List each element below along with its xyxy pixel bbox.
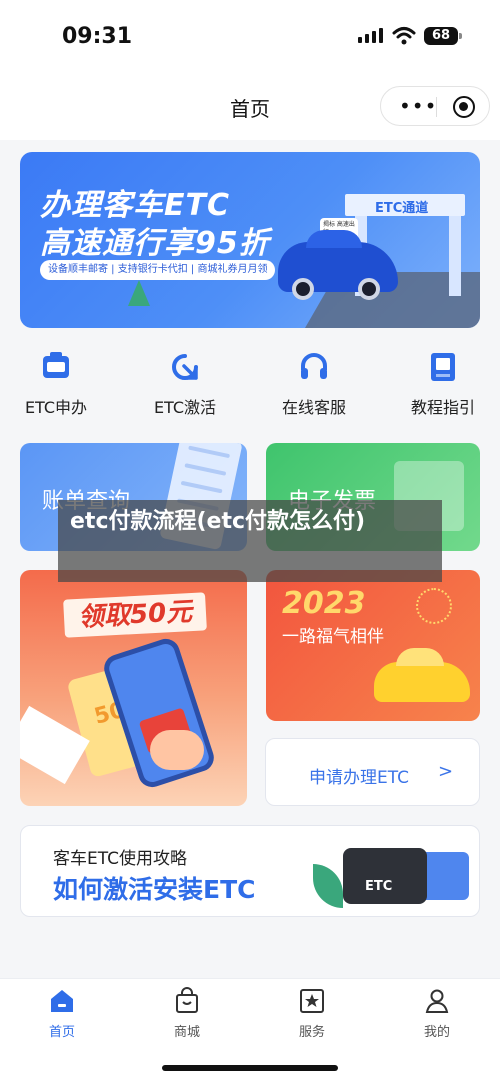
banner-tags: 设备顺丰邮寄 | 支持银行卡代扣 | 商城礼券月月领 <box>40 260 276 280</box>
home-icon <box>51 990 73 1012</box>
etc-card-illustration: ETC <box>343 848 427 904</box>
capsule-divider <box>436 97 437 117</box>
guide-title: 如何激活安装ETC <box>53 875 256 904</box>
close-target-icon[interactable] <box>453 96 475 118</box>
etc-card-label: ETC <box>365 879 393 894</box>
gantry-pole <box>449 216 461 296</box>
caption-overlay: etc付款流程(etc付款怎么付) <box>58 500 442 582</box>
chevron-right-icon: > <box>438 761 454 782</box>
status-time: 09:31 <box>62 24 133 49</box>
wheel-icon <box>358 278 380 300</box>
app-page: 09:31 68 首页 ••• 办理客车ETC 高速通行享95折 设备顺丰邮寄 … <box>0 0 500 1083</box>
tab-label: 商城 <box>173 1025 200 1040</box>
claim-50-promo-card[interactable]: 领取50元 50 <box>20 570 247 806</box>
menu-label: ETC激活 <box>153 398 217 417</box>
menu-item-tutorial[interactable]: 教程指引 <box>393 350 493 418</box>
tab-label: 首页 <box>48 1025 75 1040</box>
promo-title: 领取50元 <box>63 592 208 638</box>
status-bar: 09:31 68 <box>0 0 500 76</box>
cellular-signal-icon <box>358 28 383 43</box>
miniprogram-capsule: ••• <box>380 86 490 126</box>
tree-illustration <box>128 280 150 306</box>
more-icon[interactable]: ••• <box>399 96 437 116</box>
star-box-icon <box>300 989 324 1013</box>
home-indicator[interactable] <box>162 1065 338 1071</box>
banner-line2: 高速通行享95折 <box>40 226 270 261</box>
wifi-icon <box>392 27 416 45</box>
etc-device-icon <box>43 352 69 378</box>
tab-mall[interactable]: 商城 <box>137 987 237 1040</box>
headset-icon <box>301 353 327 379</box>
gantry-label: ETC通道 <box>375 201 429 216</box>
wheel-icon <box>292 278 314 300</box>
shopping-bag-icon <box>176 987 198 1013</box>
battery-icon: 68 <box>424 27 462 45</box>
year-label: 2023 <box>282 586 366 621</box>
tab-service[interactable]: 服务 <box>262 987 362 1040</box>
apply-etc-label: 申请办理ETC <box>309 768 409 788</box>
tab-home[interactable]: 首页 <box>12 987 112 1040</box>
tab-label: 我的 <box>423 1025 450 1040</box>
caption-text: etc付款流程(etc付款怎么付) <box>70 509 366 534</box>
nav-bar: 首页 ••• <box>0 76 500 140</box>
menu-item-customer-service[interactable]: 在线客服 <box>264 350 364 418</box>
hand-illustration <box>150 730 204 770</box>
yellow-car-illustration <box>374 648 470 702</box>
menu-label: 教程指引 <box>410 398 475 417</box>
new-year-card[interactable]: 2023 一路福气相伴 <box>266 570 480 721</box>
tab-label: 服务 <box>298 1025 325 1040</box>
etc-guide-card[interactable]: 客车ETC使用攻略 如何激活安装ETC ETC <box>20 825 480 917</box>
promo-banner[interactable]: 办理客车ETC 高速通行享95折 设备顺丰邮寄 | 支持银行卡代扣 | 商城礼券… <box>20 152 480 328</box>
apply-etc-card[interactable]: 申请办理ETC > <box>265 738 480 806</box>
menu-label: ETC申办 <box>24 398 88 417</box>
activate-arrow-icon <box>172 354 198 380</box>
firework-illustration <box>416 588 452 624</box>
tab-mine[interactable]: 我的 <box>387 987 487 1040</box>
leaf-illustration <box>313 864 343 908</box>
fortune-label: 一路福气相伴 <box>282 627 384 647</box>
profile-icon <box>425 989 449 1013</box>
car-illustration <box>278 230 398 300</box>
menu-item-etc-activate[interactable]: ETC激活 <box>135 350 235 418</box>
book-icon <box>431 353 455 381</box>
menu-item-etc-apply[interactable]: ETC申办 <box>6 350 106 418</box>
menu-label: 在线客服 <box>281 398 346 417</box>
guide-subtitle: 客车ETC使用攻略 <box>53 849 187 869</box>
